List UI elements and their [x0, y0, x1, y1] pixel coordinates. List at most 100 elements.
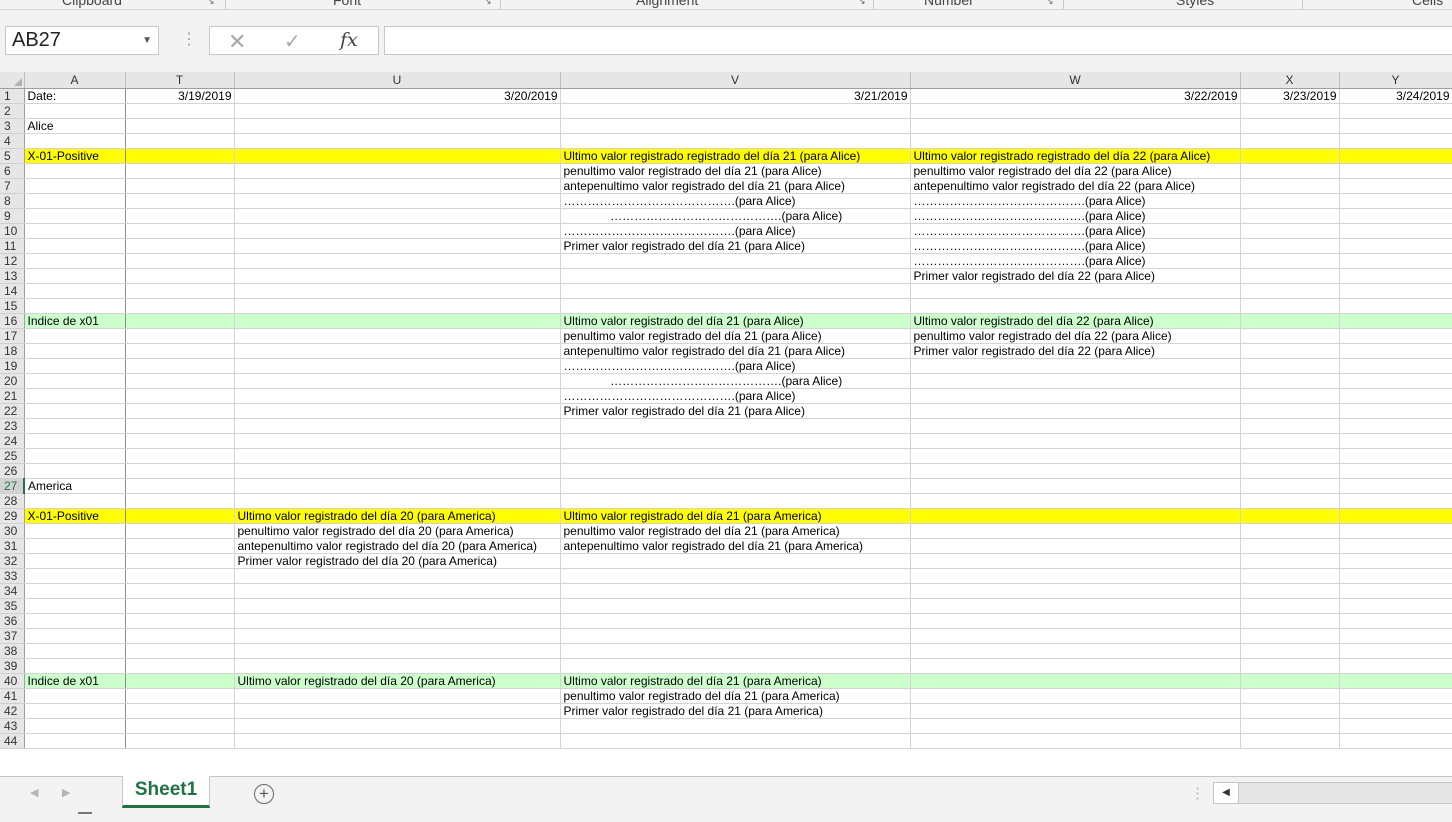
cell-x21[interactable]	[1240, 388, 1340, 404]
cell-x4[interactable]	[1240, 133, 1340, 149]
sheet-tab-sheet1[interactable]: Sheet1	[122, 776, 210, 808]
ribbon-group-cells[interactable]: Cells	[1412, 0, 1443, 8]
cell-t39[interactable]	[125, 658, 235, 674]
cell-w6[interactable]: penultimo valor registrado del día 22 (p…	[910, 163, 1241, 179]
cell-v23[interactable]	[560, 418, 911, 434]
cell-w12[interactable]: …………………………………….(para Alice)	[910, 253, 1241, 269]
cell-x36[interactable]	[1240, 613, 1340, 629]
cell-x22[interactable]	[1240, 403, 1340, 419]
horizontal-scrollbar[interactable]: ◀	[1213, 782, 1452, 804]
cell-u37[interactable]	[234, 628, 561, 644]
row-header[interactable]: 18	[0, 343, 25, 359]
cell-a16[interactable]: Indice de x01	[24, 313, 126, 329]
cell-v32[interactable]	[560, 553, 911, 569]
cell-a37[interactable]	[24, 628, 126, 644]
cell-u23[interactable]	[234, 418, 561, 434]
cell-t20[interactable]	[125, 373, 235, 389]
cell-x39[interactable]	[1240, 658, 1340, 674]
cell-y6[interactable]	[1339, 163, 1452, 179]
cell-a38[interactable]	[24, 643, 126, 659]
scroll-tabs-right-icon[interactable]: ▶	[62, 786, 70, 799]
cell-t28[interactable]	[125, 493, 235, 509]
cell-a17[interactable]	[24, 328, 126, 344]
cell-a42[interactable]	[24, 703, 126, 719]
cell-u21[interactable]	[234, 388, 561, 404]
cell-w37[interactable]	[910, 628, 1241, 644]
cell-w43[interactable]	[910, 718, 1241, 734]
cell-x42[interactable]	[1240, 703, 1340, 719]
cell-a23[interactable]	[24, 418, 126, 434]
row-header[interactable]: 36	[0, 613, 25, 629]
cell-w24[interactable]	[910, 433, 1241, 449]
cell-u16[interactable]	[234, 313, 561, 329]
cell-w13[interactable]: Primer valor registrado del día 22 (para…	[910, 268, 1241, 284]
cell-x18[interactable]	[1240, 343, 1340, 359]
cell-y29[interactable]	[1339, 508, 1452, 524]
cell-w22[interactable]	[910, 403, 1241, 419]
cell-w38[interactable]	[910, 643, 1241, 659]
cell-u1[interactable]: 3/20/2019	[234, 88, 561, 104]
cell-t42[interactable]	[125, 703, 235, 719]
cell-x37[interactable]	[1240, 628, 1340, 644]
cell-a33[interactable]	[24, 568, 126, 584]
cell-y26[interactable]	[1339, 463, 1452, 479]
cell-w41[interactable]	[910, 688, 1241, 704]
cell-w35[interactable]	[910, 598, 1241, 614]
cell-v15[interactable]	[560, 298, 911, 314]
cell-x1[interactable]: 3/23/2019	[1240, 88, 1340, 104]
cell-y38[interactable]	[1339, 643, 1452, 659]
cell-t1[interactable]: 3/19/2019	[125, 88, 235, 104]
row-header[interactable]: 34	[0, 583, 25, 599]
cell-w3[interactable]	[910, 118, 1241, 134]
cell-y3[interactable]	[1339, 118, 1452, 134]
cell-t31[interactable]	[125, 538, 235, 554]
cell-a10[interactable]	[24, 223, 126, 239]
dialog-launcher-icon[interactable]: ↘	[1046, 0, 1054, 7]
cell-w10[interactable]: …………………………………….(para Alice)	[910, 223, 1241, 239]
cell-v22[interactable]: Primer valor registrado del día 21 (para…	[560, 403, 911, 419]
cell-u27[interactable]	[234, 478, 561, 494]
cell-y20[interactable]	[1339, 373, 1452, 389]
cell-v24[interactable]	[560, 433, 911, 449]
cell-v33[interactable]	[560, 568, 911, 584]
cell-y37[interactable]	[1339, 628, 1452, 644]
cell-v31[interactable]: antepenultimo valor registrado del día 2…	[560, 538, 911, 554]
cell-w39[interactable]	[910, 658, 1241, 674]
cell-v25[interactable]	[560, 448, 911, 464]
cell-a7[interactable]	[24, 178, 126, 194]
cell-u15[interactable]	[234, 298, 561, 314]
cell-u24[interactable]	[234, 433, 561, 449]
cell-y31[interactable]	[1339, 538, 1452, 554]
cell-u22[interactable]	[234, 403, 561, 419]
cell-t38[interactable]	[125, 643, 235, 659]
cell-t10[interactable]	[125, 223, 235, 239]
cell-w42[interactable]	[910, 703, 1241, 719]
cell-w19[interactable]	[910, 358, 1241, 374]
cell-u33[interactable]	[234, 568, 561, 584]
column-header-u[interactable]: U	[234, 72, 561, 89]
cell-x43[interactable]	[1240, 718, 1340, 734]
row-header[interactable]: 31	[0, 538, 25, 554]
cell-a8[interactable]	[24, 193, 126, 209]
ribbon-group-font[interactable]: Font	[333, 0, 361, 8]
cancel-icon[interactable]: ✕	[228, 29, 246, 55]
row-header[interactable]: 30	[0, 523, 25, 539]
cell-a1[interactable]: Date:	[24, 88, 126, 104]
cell-u35[interactable]	[234, 598, 561, 614]
cell-u11[interactable]	[234, 238, 561, 254]
dialog-launcher-icon[interactable]: ↘	[484, 0, 492, 7]
cell-u20[interactable]	[234, 373, 561, 389]
row-header[interactable]: 13	[0, 268, 25, 284]
cell-y33[interactable]	[1339, 568, 1452, 584]
cell-v43[interactable]	[560, 718, 911, 734]
cell-v3[interactable]	[560, 118, 911, 134]
cell-w29[interactable]	[910, 508, 1241, 524]
row-header[interactable]: 21	[0, 388, 25, 404]
tab-split-handle-icon[interactable]: ⋮	[1190, 784, 1205, 802]
row-header[interactable]: 27	[0, 478, 25, 494]
cell-t7[interactable]	[125, 178, 235, 194]
row-header[interactable]: 6	[0, 163, 25, 179]
cell-w4[interactable]	[910, 133, 1241, 149]
cell-v44[interactable]	[560, 733, 911, 749]
cell-u12[interactable]	[234, 253, 561, 269]
